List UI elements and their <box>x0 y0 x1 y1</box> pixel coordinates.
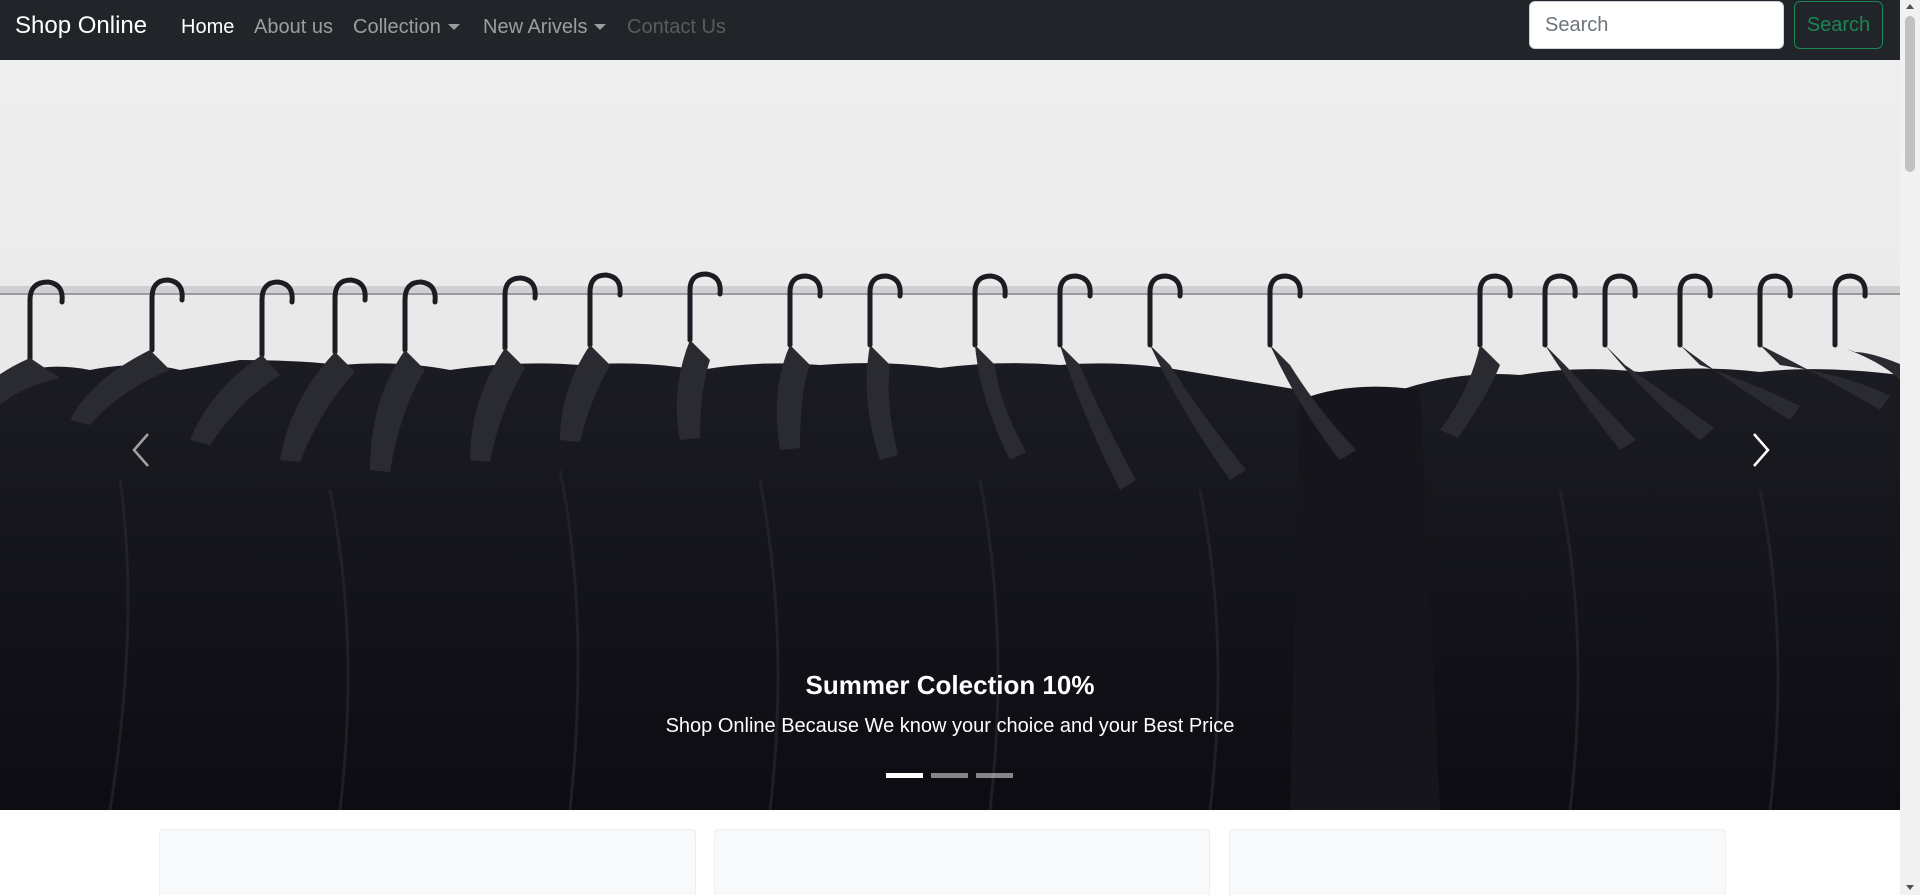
nav-home[interactable]: Home <box>181 15 234 39</box>
carousel-indicator-3[interactable] <box>976 773 1013 778</box>
navbar: Shop Online Home About us Collection New… <box>0 0 1900 60</box>
chevron-right-icon <box>1753 433 1770 467</box>
nav-home-label: Home <box>181 16 235 38</box>
nav-contact: Contact Us <box>627 15 726 39</box>
search-input[interactable] <box>1529 1 1784 49</box>
carousel-caption-title: Summer Colection 10% <box>805 670 1095 700</box>
carousel-prev-button[interactable] <box>112 410 172 490</box>
carousel-indicator-2[interactable] <box>931 773 968 778</box>
caret-down-icon <box>447 24 460 30</box>
brand-logo[interactable]: Shop Online <box>15 12 147 40</box>
nav-about[interactable]: About us <box>254 15 333 39</box>
nav-collection-dropdown[interactable]: Collection <box>353 15 460 39</box>
scroll-up-arrow-icon[interactable] <box>1906 4 1914 9</box>
chevron-left-icon <box>132 433 149 467</box>
product-card <box>1229 829 1726 895</box>
nav-new-arrivals-dropdown[interactable]: New Arivels <box>483 15 607 39</box>
product-card <box>159 829 696 895</box>
nav-contact-label: Contact Us <box>627 16 726 38</box>
page-scrollbar[interactable] <box>1900 0 1920 895</box>
carousel-next-button[interactable] <box>1730 410 1790 490</box>
nav-new-arrivals-label: New Arivels <box>483 16 588 38</box>
nav-about-label: About us <box>254 16 333 38</box>
search-button[interactable]: Search <box>1794 1 1883 49</box>
scrollbar-thumb[interactable] <box>1905 16 1915 172</box>
hero-carousel: Summer Colection 10% Shop Online Because… <box>0 60 1900 810</box>
caret-down-icon <box>594 24 607 30</box>
carousel-indicator-1[interactable] <box>886 773 923 778</box>
product-card <box>714 829 1210 895</box>
nav-collection-label: Collection <box>353 16 441 38</box>
carousel-caption-text: Shop Online Because We know your choice … <box>665 715 1235 737</box>
scroll-down-arrow-icon[interactable] <box>1906 885 1914 890</box>
